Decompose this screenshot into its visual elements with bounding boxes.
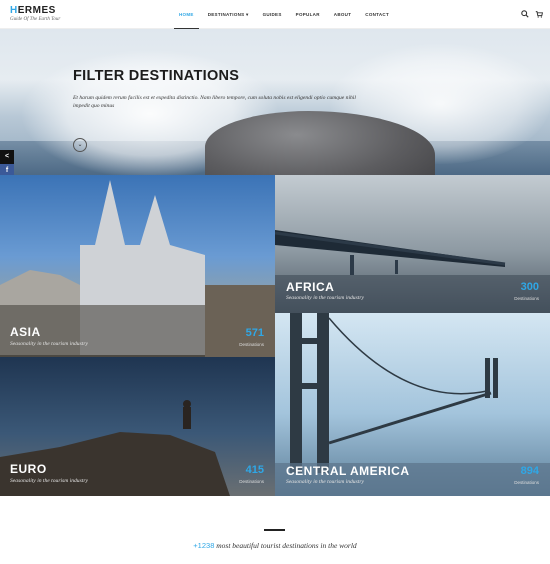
share-icon[interactable]: <: [0, 150, 14, 164]
search-icon[interactable]: [521, 10, 529, 18]
nav-destinations[interactable]: DESTINATIONS ▾: [201, 0, 256, 29]
logo-title: HERMES: [10, 5, 56, 16]
site-header: HERMES Guide Of The Earth Tour HOME DEST…: [0, 0, 550, 29]
nav-popular[interactable]: POPULAR: [289, 0, 327, 29]
destination-tile-africa[interactable]: AFRICA Seasonality in the tourism indust…: [275, 175, 550, 313]
nav-about[interactable]: ABOUT: [327, 0, 359, 29]
tagline-text: most beautiful tourist destinations in t…: [214, 541, 357, 550]
tile-subtitle: Seasonality in the tourism industry: [286, 479, 364, 485]
cart-icon[interactable]: [535, 10, 544, 18]
destination-tile-euro[interactable]: EURO Seasonality in the tourism industry…: [0, 357, 275, 496]
destination-tile-central-america[interactable]: CENTRAL AMERICA Seasonality in the touri…: [275, 313, 550, 496]
scroll-down-button[interactable]: ⌄: [73, 138, 87, 152]
tile-subtitle: Seasonality in the tourism industry: [10, 478, 88, 484]
tile-count: 300: [520, 281, 539, 293]
tile-subtitle: Seasonality in the tourism industry: [10, 341, 88, 347]
tile-title: EURO: [10, 462, 47, 476]
tile-unit: Destinations: [239, 479, 264, 484]
nav-guides[interactable]: GUIDES: [256, 0, 289, 29]
destinations-tagline: +1238 most beautiful tourist destination…: [0, 541, 550, 550]
tile-title: CENTRAL AMERICA: [286, 464, 410, 478]
tile-unit: Destinations: [514, 480, 539, 485]
tile-unit: Destinations: [239, 342, 264, 347]
tile-count: 415: [245, 464, 264, 476]
castle-illustration: [0, 180, 275, 357]
tile-title: AFRICA: [286, 280, 335, 294]
tile-unit: Destinations: [514, 296, 539, 301]
nav-contact[interactable]: CONTACT: [358, 0, 396, 29]
tile-title: ASIA: [10, 325, 41, 339]
logo[interactable]: HERMES Guide Of The Earth Tour: [10, 6, 60, 23]
section-divider: [264, 529, 285, 531]
tile-count: 894: [520, 465, 539, 477]
tile-count: 571: [245, 327, 264, 339]
nav-home[interactable]: HOME: [172, 0, 201, 29]
hero-title: FILTER DESTINATIONS: [73, 68, 240, 84]
destination-tile-asia[interactable]: ASIA Seasonality in the tourism industry…: [0, 175, 275, 357]
tagline-count: +1238: [193, 541, 215, 550]
hero-text: Et harum quidem rerum facilis est et exp…: [73, 95, 356, 109]
logo-subtitle: Guide Of The Earth Tour: [10, 17, 61, 22]
tile-subtitle: Seasonality in the tourism industry: [286, 295, 364, 301]
main-nav: HOME DESTINATIONS ▾ GUIDES POPULAR ABOUT…: [172, 0, 396, 29]
